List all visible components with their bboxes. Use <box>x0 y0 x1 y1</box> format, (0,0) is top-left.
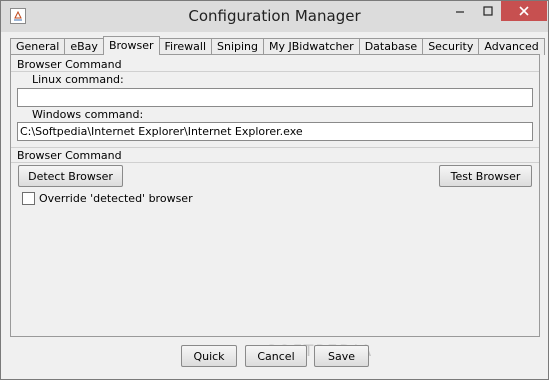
close-icon <box>519 6 529 16</box>
tab-ebay[interactable]: eBay <box>64 38 104 55</box>
windows-command-label: Windows command: <box>32 108 144 121</box>
close-button[interactable] <box>501 1 547 21</box>
maximize-icon <box>482 6 493 16</box>
title-bar[interactable]: Configuration Manager <box>1 1 548 32</box>
override-detected-checkbox[interactable] <box>22 192 35 205</box>
configuration-manager-window: Configuration Manager General eBay Brows… <box>0 0 549 380</box>
section-divider <box>11 71 539 72</box>
tab-browser[interactable]: Browser <box>102 36 160 55</box>
minimize-icon <box>456 11 464 13</box>
section-divider <box>11 162 539 163</box>
detect-browser-button[interactable]: Detect Browser <box>18 165 123 187</box>
section-divider <box>11 147 539 148</box>
save-button[interactable]: Save <box>314 345 369 367</box>
tab-sniping[interactable]: Sniping <box>211 38 265 55</box>
quick-button[interactable]: Quick <box>181 345 237 367</box>
tab-security[interactable]: Security <box>422 38 480 55</box>
browser-detect-section-title: Browser Command <box>17 149 122 162</box>
tab-general[interactable]: General <box>10 38 66 55</box>
minimize-button[interactable] <box>446 1 474 21</box>
browser-command-section-title: Browser Command <box>17 58 122 71</box>
tab-database[interactable]: Database <box>358 38 424 55</box>
maximize-button[interactable] <box>474 1 501 21</box>
test-browser-button[interactable]: Test Browser <box>439 165 532 187</box>
tab-firewall[interactable]: Firewall <box>158 38 212 55</box>
tab-my-jbidwatcher[interactable]: My JBidwatcher <box>263 38 360 55</box>
tab-bar: General eBay Browser Firewall Sniping My… <box>10 36 545 55</box>
linux-command-input[interactable] <box>17 88 533 107</box>
browser-tab-panel: Browser Command Linux command: Windows c… <box>10 54 540 337</box>
linux-command-label: Linux command: <box>32 73 124 86</box>
override-detected-label: Override 'detected' browser <box>39 192 193 205</box>
tab-advanced[interactable]: Advanced <box>478 38 545 55</box>
cancel-button[interactable]: Cancel <box>245 345 307 367</box>
windows-command-input[interactable]: C:\Softpedia\Internet Explorer\Internet … <box>17 122 533 141</box>
